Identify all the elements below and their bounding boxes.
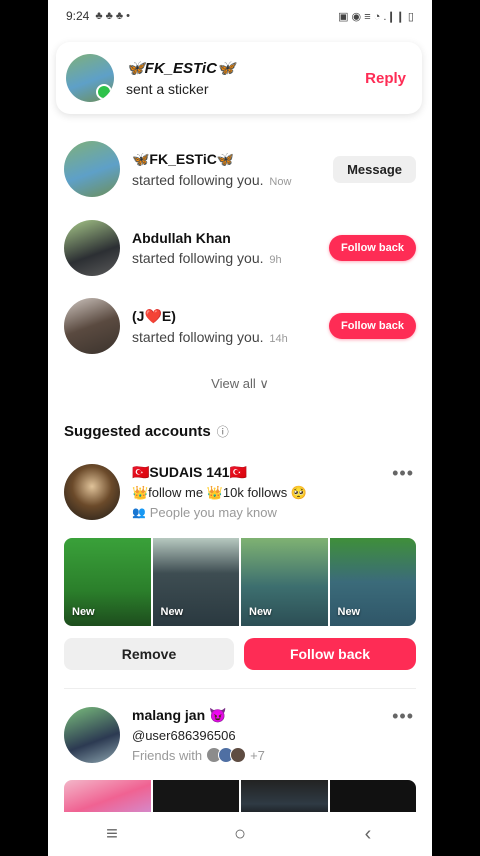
- message-button[interactable]: Message: [333, 155, 416, 183]
- activity-text: started following you.: [132, 250, 264, 266]
- info-icon[interactable]: ⓘ: [217, 423, 229, 440]
- video-thumbnail[interactable]: New: [64, 538, 151, 626]
- mutual-friends: Friends with +7: [132, 747, 416, 763]
- new-badge: New: [337, 606, 361, 618]
- suggested-account[interactable]: malang jan 😈 @user686396506 Friends with…: [64, 707, 416, 763]
- activity-row[interactable]: (J❤️E) started following you. 14h Follow…: [64, 298, 416, 354]
- people-icon: 👥: [132, 507, 146, 519]
- activity-time: 14h: [269, 332, 288, 345]
- home-icon[interactable]: ○: [210, 823, 270, 846]
- activity-username[interactable]: (J❤️E): [132, 308, 329, 325]
- follow-back-button[interactable]: Follow back: [329, 235, 416, 261]
- new-badge: New: [160, 606, 184, 618]
- activity-text: started following you.: [132, 171, 264, 188]
- avatar[interactable]: [64, 707, 120, 763]
- notification-username: 🦋FK_ESTiC🦋: [126, 60, 236, 77]
- activity-row[interactable]: 🦋FK_ESTiC🦋 started following you. Now Me…: [64, 141, 416, 197]
- activity-time: Now: [269, 175, 292, 188]
- recent-apps-icon[interactable]: ≡: [82, 823, 142, 846]
- follow-back-button[interactable]: Follow back: [329, 313, 416, 339]
- more-options-icon[interactable]: •••: [392, 463, 414, 484]
- notification-icons: ♣ ♣ ♣ •: [95, 10, 131, 22]
- suggested-username[interactable]: 🇹🇷SUDAIS 141🇹🇷: [132, 464, 416, 481]
- suggested-video-thumbnails: New New New New: [64, 538, 416, 626]
- avatar[interactable]: [64, 464, 120, 520]
- friend-avatar: [230, 747, 247, 763]
- friends-text: Friends with: [132, 747, 203, 763]
- activity-text: started following you.: [132, 328, 264, 345]
- remove-button[interactable]: Remove: [64, 638, 234, 670]
- notification-message: sent a sticker: [126, 81, 209, 97]
- status-time: 9:24: [66, 9, 90, 23]
- suggested-account[interactable]: 🇹🇷SUDAIS 141🇹🇷 👑follow me 👑10k follows 🥺…: [64, 464, 416, 520]
- suggested-reason: 👥 People you may know: [132, 505, 416, 520]
- new-badge: New: [249, 606, 272, 618]
- view-all-link[interactable]: View all ∨: [48, 376, 432, 392]
- online-status-icon: [96, 84, 112, 100]
- avatar[interactable]: [66, 54, 114, 102]
- new-badge: New: [72, 606, 95, 618]
- activity-time: 9h: [269, 254, 282, 266]
- activity-row[interactable]: Abdullah Khan started following you. 9h …: [64, 220, 416, 276]
- video-thumbnail[interactable]: New: [152, 538, 239, 626]
- video-thumbnail[interactable]: New: [241, 538, 328, 626]
- activity-username[interactable]: Abdullah Khan: [132, 230, 329, 246]
- system-navigation-bar: ≡ ○ ‹: [48, 812, 432, 856]
- section-title-text: Suggested accounts: [64, 423, 211, 440]
- activity-username[interactable]: 🦋FK_ESTiC🦋: [132, 151, 333, 168]
- mutual-friend-avatars: [206, 747, 247, 763]
- reply-button[interactable]: Reply: [365, 70, 406, 87]
- back-icon[interactable]: ‹: [338, 823, 398, 846]
- suggested-username[interactable]: malang jan 😈: [132, 707, 416, 724]
- suggested-reason-text: People you may know: [149, 505, 277, 520]
- friends-more-count: +7: [250, 747, 265, 763]
- avatar[interactable]: [64, 220, 120, 276]
- system-status-icons: ▣ ◉ ≡ ◔ .❙❙ ▯: [338, 10, 414, 23]
- suggested-accounts-heading: Suggested accounts ⓘ: [64, 423, 229, 440]
- video-thumbnail[interactable]: New: [329, 538, 416, 626]
- suggested-handle: @user686396506: [132, 728, 236, 743]
- sticker-notification-card[interactable]: 🦋FK_ESTiC🦋 sent a sticker Reply: [56, 42, 422, 114]
- more-options-icon[interactable]: •••: [392, 706, 414, 727]
- phone-screen: 9:24 ♣ ♣ ♣ • ▣ ◉ ≡ ◔ .❙❙ ▯ 🦋FK_ESTiC🦋 se…: [48, 0, 432, 856]
- status-bar: 9:24 ♣ ♣ ♣ • ▣ ◉ ≡ ◔ .❙❙ ▯: [48, 0, 432, 32]
- avatar[interactable]: [64, 141, 120, 197]
- divider: [64, 688, 416, 689]
- follow-back-button[interactable]: Follow back: [244, 638, 416, 670]
- avatar[interactable]: [64, 298, 120, 354]
- suggested-bio: 👑follow me 👑10k follows 🥺: [132, 485, 307, 500]
